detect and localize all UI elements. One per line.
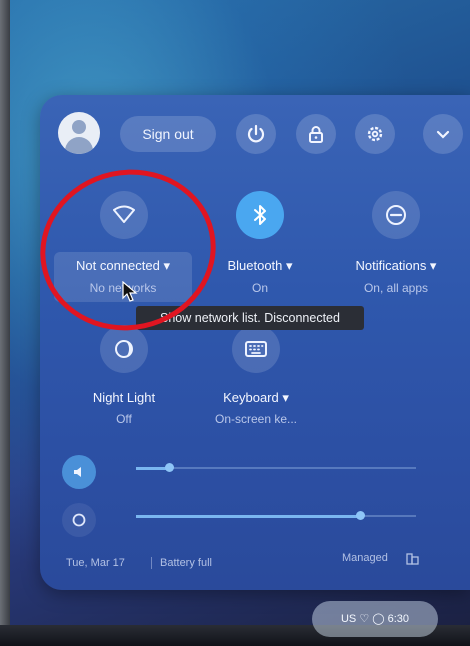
user-avatar[interactable] xyxy=(58,112,100,154)
bluetooth-tile-status: On xyxy=(251,281,268,295)
volume-mute-button[interactable] xyxy=(62,455,96,489)
power-icon xyxy=(247,124,265,143)
keyboard-tile-status: On-screen ke... xyxy=(214,412,298,426)
night-light-tile-label[interactable]: Night Light xyxy=(72,390,176,405)
notifications-tile-status: On, all apps xyxy=(363,281,429,295)
keyboard-toggle[interactable] xyxy=(232,325,280,373)
lock-icon xyxy=(309,126,323,143)
managed-label: Managed xyxy=(342,552,388,564)
brightness-icon xyxy=(72,513,86,527)
chevron-down-icon xyxy=(436,130,450,139)
bluetooth-tile-label[interactable]: Bluetooth ▾ xyxy=(210,258,310,274)
night-light-icon xyxy=(115,340,133,358)
footer-divider xyxy=(151,557,152,569)
keyboard-tile-label[interactable]: Keyboard ▾ xyxy=(200,390,312,406)
notifications-toggle[interactable] xyxy=(372,191,420,239)
bluetooth-icon xyxy=(254,205,266,225)
battery-status: Battery full xyxy=(160,557,212,569)
volume-slider[interactable] xyxy=(136,467,416,469)
lock-button[interactable] xyxy=(296,114,336,154)
keyboard-icon xyxy=(245,341,267,357)
collapse-button[interactable] xyxy=(423,114,463,154)
notifications-tile-label[interactable]: Notifications ▾ xyxy=(338,258,454,274)
brightness-slider-fill xyxy=(136,515,360,518)
do-not-disturb-icon xyxy=(386,205,406,225)
settings-button[interactable] xyxy=(355,114,395,154)
brightness-button xyxy=(62,503,96,537)
brightness-slider-thumb[interactable] xyxy=(355,511,365,520)
power-button[interactable] xyxy=(236,114,276,154)
bluetooth-toggle[interactable] xyxy=(236,191,284,239)
monitor-bezel xyxy=(0,0,10,646)
shelf-status-area[interactable]: US ♡ ◯ 6:30 xyxy=(312,601,438,637)
enterprise-icon[interactable] xyxy=(406,551,420,565)
night-light-tile-status: Off xyxy=(116,412,132,426)
volume-icon xyxy=(74,467,81,477)
gear-icon xyxy=(367,126,383,142)
sign-out-button[interactable]: Sign out xyxy=(120,116,216,152)
date-label[interactable]: Tue, Mar 17 xyxy=(66,557,125,569)
night-light-toggle[interactable] xyxy=(100,325,148,373)
